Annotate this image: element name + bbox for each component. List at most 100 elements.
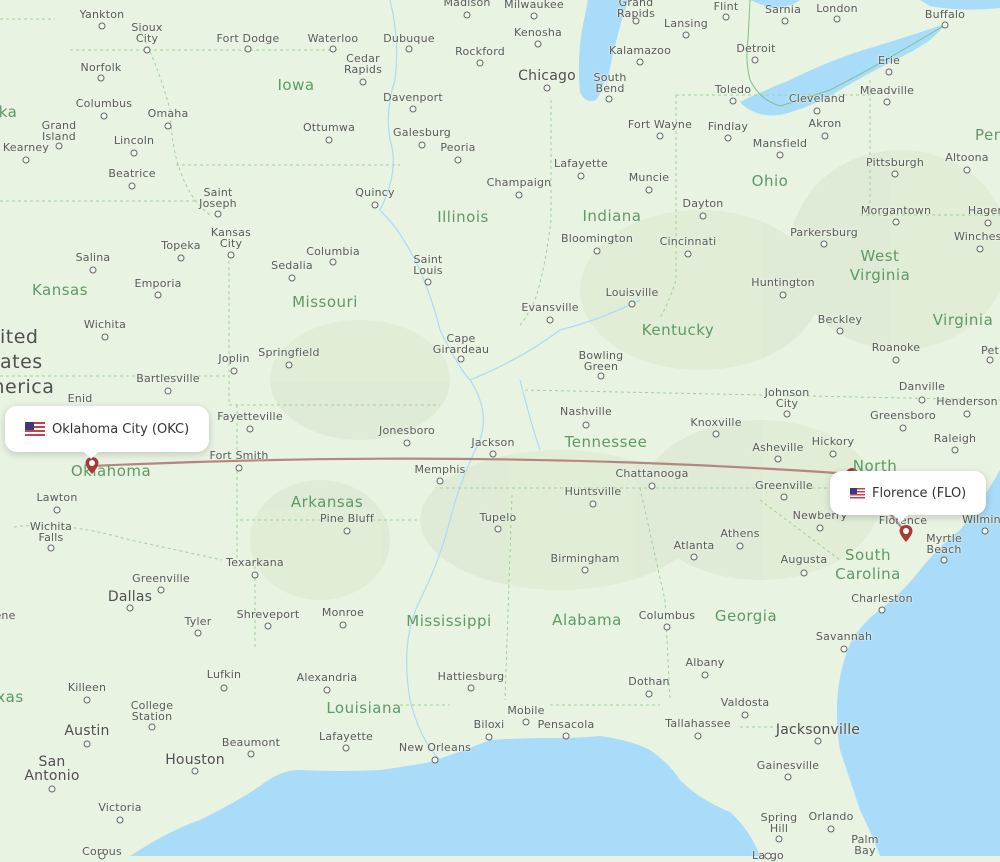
city-dot-icon [878,606,886,614]
city-label: Fort Wayne [627,118,693,131]
city-label: Bowling Green [578,349,624,373]
city-label: Huntsville [564,485,622,498]
city-label: Toledo [714,83,752,96]
city-dot-icon [628,300,636,308]
city-label: Chicago [518,68,576,84]
city-dot-icon [154,291,162,299]
city-dot-icon [534,40,542,48]
city-dot-icon [47,544,55,552]
city-dot-icon [431,756,439,764]
city-dot-icon [530,12,538,20]
city-label: Albany [685,656,725,669]
city-dot-icon [775,835,783,843]
destination-airport-popup[interactable]: Florence (FLO) [830,471,987,522]
city-dot-icon [98,852,106,860]
city-dot-icon [701,671,709,679]
city-dot-icon [164,122,172,130]
city-label: Hagers [967,204,1000,217]
city-label: Asheville [752,441,804,454]
city-dot-icon [130,149,138,157]
city-label: Lufkin [206,668,242,681]
destination-marker-pin-icon[interactable] [898,524,914,544]
city-dot-icon [779,291,787,299]
city-dot-icon [581,566,589,574]
city-dot-icon [656,132,664,140]
city-label: Lawton [36,491,78,504]
city-label: Kalamazoo [608,44,672,57]
city-label: Fort Smith [209,449,269,462]
city-label: Orlando [808,810,854,823]
city-dot-icon [722,13,730,21]
state-label: West Virginia [849,247,911,284]
city-label: Kenosha [514,26,562,39]
city-dot-icon [892,218,900,226]
city-dot-icon [288,274,296,282]
city-dot-icon [126,604,134,612]
city-label: Memphis [414,463,466,476]
country-label: ited ates merica [0,325,54,400]
city-label: Dayton [682,197,724,210]
city-dot-icon [457,355,465,363]
city-dot-icon [515,191,523,199]
city-label: Lafayette [319,730,373,743]
city-dot-icon [143,46,151,54]
city-label: ene [0,609,16,622]
city-dot-icon [494,525,502,533]
city-label: New Orleans [398,741,472,754]
state-label: South Carolina [835,546,901,583]
city-label: Sioux City [131,21,163,45]
city-label: Pensacola [537,718,595,731]
city-dot-icon [55,142,63,150]
city-dot-icon [418,141,426,149]
state-label: Tennessee [564,433,648,451]
country-label-line-3: merica [0,376,55,398]
city-dot-icon [403,439,411,447]
city-dot-icon [800,569,808,577]
city-dot-icon [214,210,222,218]
origin-marker-pin-icon[interactable] [84,456,100,476]
city-dot-icon [89,266,97,274]
city-label: Dallas [107,589,153,605]
city-label: Buffalo [924,8,966,21]
city-dot-icon [836,327,844,335]
city-label: Meadville [859,84,915,97]
city-label: Columbia [306,245,360,258]
city-label: Knoxville [690,416,742,429]
destination-airport-label: Florence (FLO) [872,485,967,501]
city-dot-icon [814,737,822,745]
state-label: xas [0,688,24,706]
city-dot-icon [97,74,105,82]
city-dot-icon [751,56,759,64]
city-label: Tallahassee [665,717,731,730]
city-label: Norfolk [80,61,122,74]
city-label: Biloxi [473,718,505,731]
city-label: Mobile [507,704,545,717]
city-label: Alexandria [296,671,358,684]
city-label: Henderson [936,395,998,408]
state-label: Indiana [582,207,642,225]
city-dot-icon [829,450,837,458]
city-label: Peoria [440,141,476,154]
city-dot-icon [891,170,899,178]
city-label: Austin [64,723,110,739]
state-label: Virginia [932,311,994,329]
city-dot-icon [582,421,590,429]
city-label: Waterloo [307,32,359,45]
city-dot-icon [663,623,671,631]
city-dot-icon [194,629,202,637]
city-label: Charleston [851,592,913,605]
city-label: Rockford [455,45,505,58]
city-label: Tyler [184,615,212,628]
city-dot-icon [729,97,737,105]
city-dot-icon [264,622,272,630]
city-dot-icon [467,684,475,692]
origin-airport-popup[interactable]: Oklahoma City (OKC) [5,406,210,459]
city-dot-icon [645,186,653,194]
city-label: Birmingham [550,552,620,565]
city-label: Omaha [147,107,189,120]
city-label: Grand Rapids [616,0,656,20]
city-dot-icon [53,506,61,514]
city-label: Lafayette [554,157,608,170]
city-label: College Station [130,699,174,723]
city-label: Grand Island [41,119,77,143]
